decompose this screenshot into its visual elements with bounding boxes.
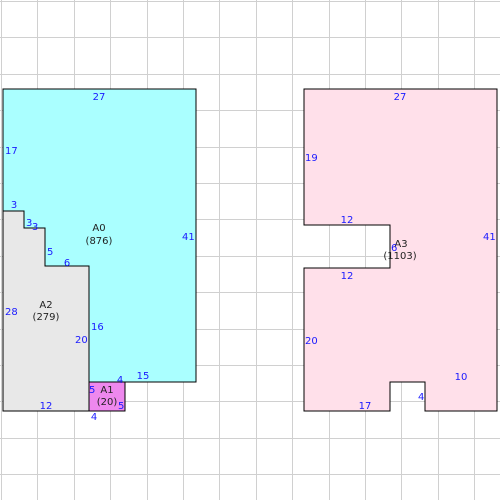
dim-a3-notch-bottom: 12	[341, 271, 354, 282]
area-a1-name: A1	[100, 385, 113, 396]
dim-a2-right: 20	[75, 335, 88, 346]
dim-a2-step4: 5	[47, 247, 53, 258]
dim-a2-bottom: 12	[40, 401, 53, 412]
dim-a3-bottom: 17	[359, 401, 372, 412]
dim-a3-step: 4	[418, 392, 424, 403]
dim-a0-bottom: 15	[137, 371, 150, 382]
dim-a3-left-upper: 19	[305, 153, 318, 164]
area-a0-name: A0	[92, 223, 105, 234]
area-a3-shape[interactable]	[303, 88, 498, 412]
dim-a0-left: 17	[5, 146, 18, 157]
dim-a2-step5: 6	[64, 258, 70, 269]
dim-a3-notch-depth: 6	[391, 243, 397, 254]
dim-a3-top: 27	[394, 92, 407, 103]
dim-a2-step1: 3	[11, 200, 17, 211]
dim-a3-right: 41	[483, 232, 496, 243]
dim-a1-top: 4	[117, 375, 123, 386]
dim-a3-left-lower: 20	[305, 336, 318, 347]
area-a2-value: (279)	[33, 312, 60, 323]
dim-a0-right: 41	[182, 232, 195, 243]
dim-a1-bottom: 4	[91, 412, 97, 423]
floor-plan-canvas: A0 (876) A2 (279) A1 (20) A3 (1103) 27 1…	[0, 0, 500, 500]
dim-a3-bottom-right: 10	[455, 372, 468, 383]
dim-a3-notch-top: 12	[341, 215, 354, 226]
area-a0-value: (876)	[86, 236, 113, 247]
dim-a1-left: 5	[89, 385, 95, 396]
area-a2-name: A2	[39, 300, 52, 311]
dim-a2-left: 28	[5, 307, 18, 318]
area-a3-value: (1103)	[383, 251, 416, 262]
dim-a0-inner-vertical: 16	[91, 322, 104, 333]
dim-a0-top: 27	[93, 92, 106, 103]
area-a1-value: (20)	[97, 397, 118, 408]
dim-a2-step3: 3	[32, 222, 38, 233]
dim-a1-right: 5	[118, 401, 124, 412]
